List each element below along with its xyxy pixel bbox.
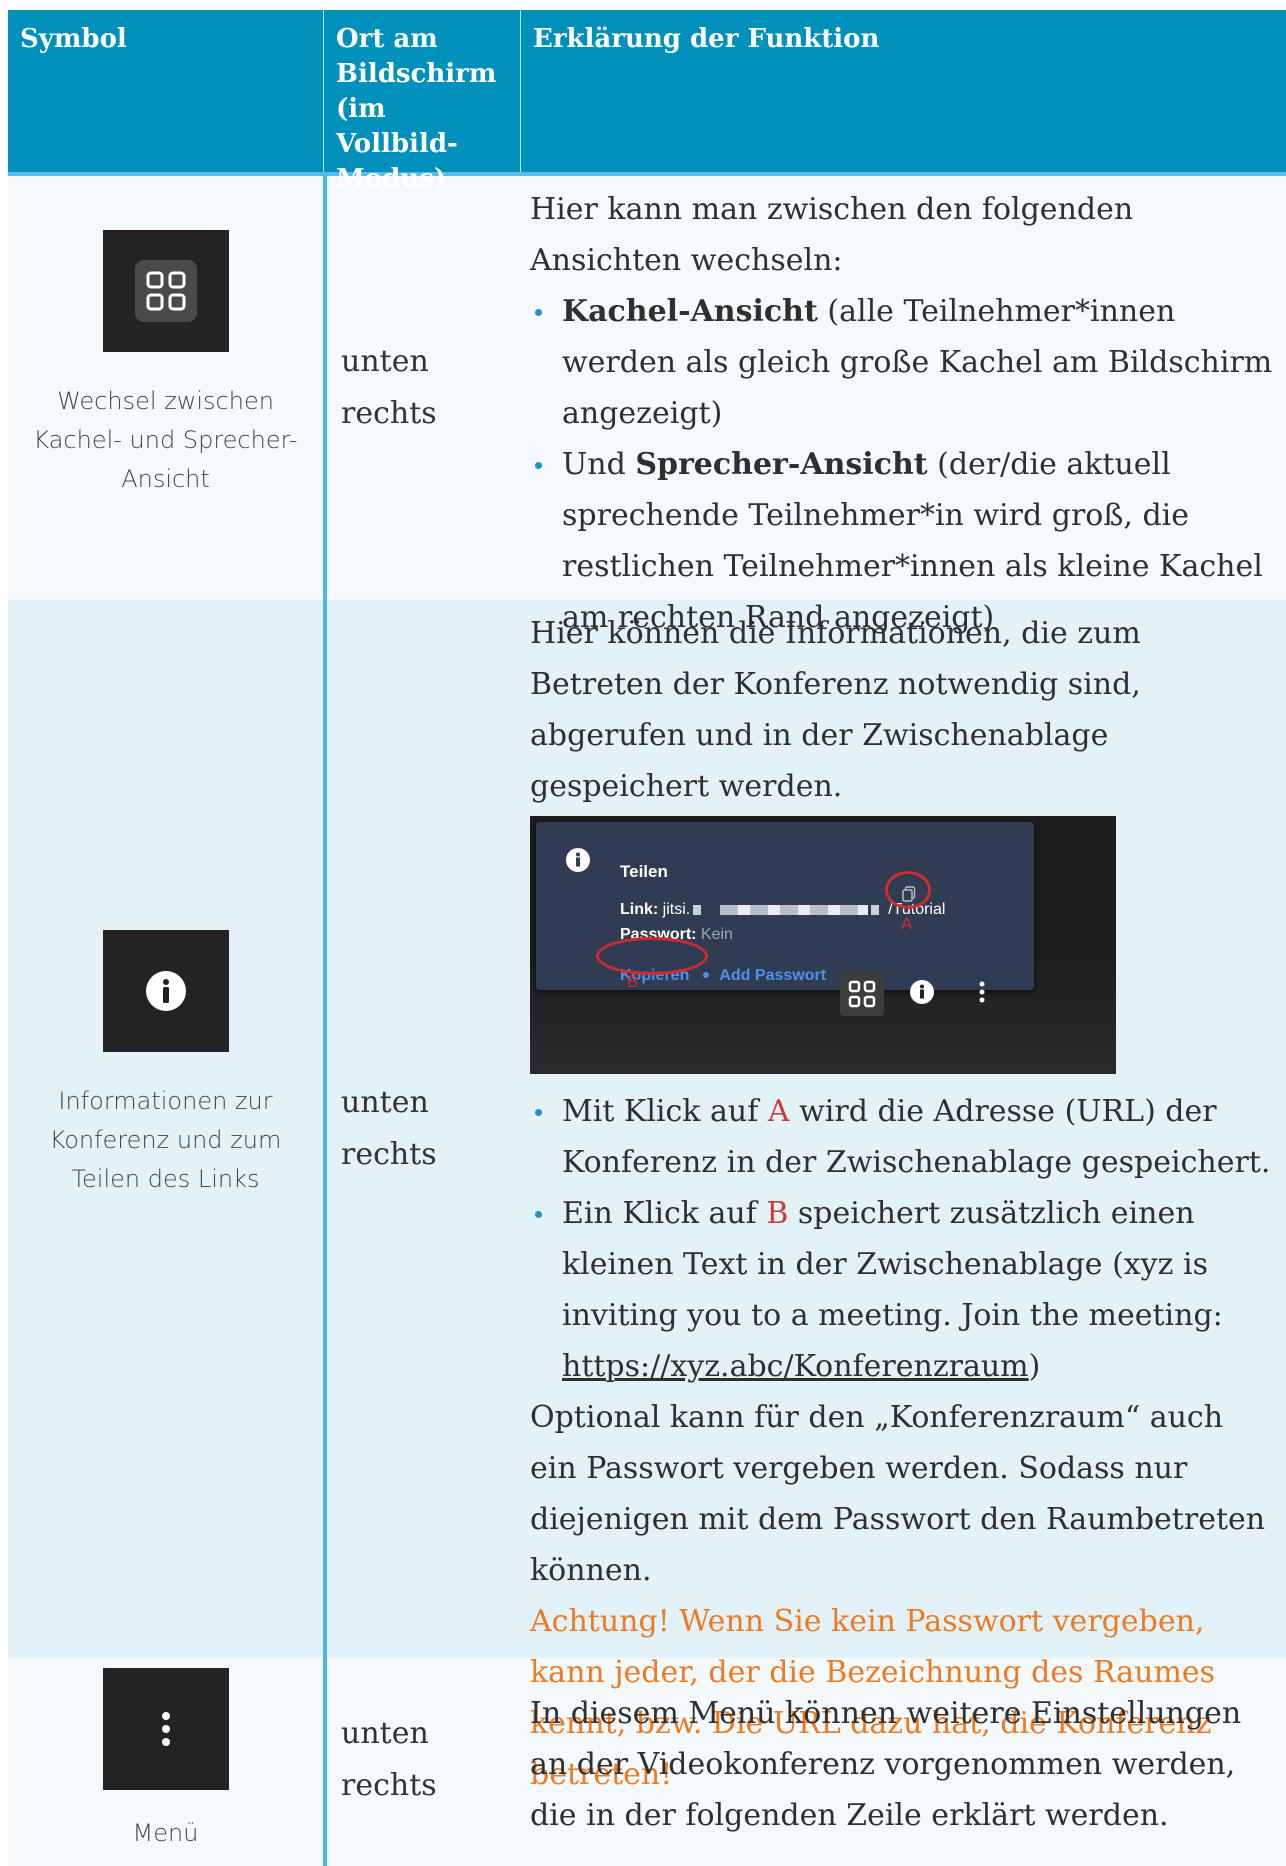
info-icon (102, 930, 229, 1052)
redacted-mark (871, 904, 880, 915)
location-cell: unten rechts (323, 1658, 520, 1866)
separator-dot (703, 971, 710, 978)
more-vertical-icon (102, 1668, 229, 1790)
list-item: Kachel-Ansicht (alle Teilnehmer*innen we… (530, 286, 1276, 439)
highlight-ellipse-b (596, 937, 708, 975)
function-table: Symbol Ort am Bildschirm (im Vollbild-Mo… (8, 10, 1286, 1866)
list-item: Und Sprecher-Ansicht (der/die aktuell sp… (530, 439, 1276, 643)
location-line-2: rechts (341, 1768, 437, 1803)
location-cell: unten rechts (323, 600, 520, 1658)
table-row: Informationen zur Konferenz und zum Teil… (8, 600, 1286, 1792)
location-line-2: rechts (341, 396, 437, 431)
share-dialog-screenshot: Teilen Link: jitsi./Tutorial Passwort: K… (530, 816, 1116, 1074)
info-button[interactable] (908, 978, 936, 1006)
grid-view-icon (848, 980, 876, 1008)
bullet-pre: Ein Klick auf (562, 1196, 767, 1231)
bullet-list: Mit Klick auf A wird die Adresse (URL) d… (530, 1086, 1276, 1392)
example-link[interactable]: https://xyz.abc/Konferenzraum (562, 1349, 1029, 1384)
marker-reference: A (767, 1094, 790, 1129)
bullet-pre: Und (562, 447, 636, 482)
marker-a: A (901, 914, 913, 933)
explanation-cell: Hier können die Informationen, die zum B… (520, 600, 1286, 1792)
explanation-intro: Hier kann man zwischen den folgenden Ans… (530, 192, 1134, 278)
table-header: Symbol Ort am Bildschirm (im Vollbild-Mo… (8, 10, 1286, 194)
list-item: Ein Klick auf B speichert zusätzlich ein… (530, 1188, 1276, 1392)
info-icon (910, 980, 934, 1004)
grid-view-button[interactable] (840, 972, 884, 1016)
optional-note: Optional kann für den „Konferenzraum“ au… (530, 1400, 1266, 1588)
add-password-button[interactable]: Add Passwort (719, 967, 826, 984)
explanation-intro: In diesem Menü können weitere Einstellun… (530, 1696, 1242, 1833)
symbol-caption: Informationen zur Konferenz und zum Teil… (49, 1087, 282, 1193)
location-cell: unten rechts (323, 176, 520, 600)
explanation-cell: In diesem Menü können weitere Einstellun… (520, 1658, 1286, 1866)
location-line-2: rechts (341, 1137, 437, 1172)
header-ort: Ort am Bildschirm (im Vollbild-Modus) (323, 10, 520, 194)
table-row: Menü unten rechts In diesem Menü können … (8, 1658, 1286, 1866)
redacted-url (720, 904, 869, 915)
marker-reference: B (766, 1196, 789, 1231)
header-erklaerung: Erklärung der Funktion (520, 10, 1286, 172)
location-line-1: unten (341, 1716, 429, 1751)
symbol-caption: Wechsel zwischen Kachel- und Sprecher-An… (33, 387, 298, 493)
explanation-cell: Hier kann man zwischen den folgenden Ans… (520, 176, 1286, 635)
more-button[interactable] (970, 978, 994, 1006)
bullet-pre: Mit Klick auf (562, 1094, 768, 1129)
password-value: Kein (700, 926, 733, 943)
marker-b: B (627, 972, 639, 991)
symbol-cell: Wechsel zwischen Kachel- und Sprecher-An… (8, 176, 323, 600)
more-vertical-icon (979, 981, 985, 1003)
location-line-1: unten (341, 1085, 429, 1120)
bullet-bold: Sprecher-Ansicht (635, 447, 928, 482)
bullet-list: Kachel-Ansicht (alle Teilnehmer*innen we… (530, 286, 1276, 643)
list-item: Mit Klick auf A wird die Adresse (URL) d… (530, 1086, 1276, 1188)
grid-view-icon (102, 230, 229, 352)
symbol-caption: Menü (132, 1819, 199, 1847)
bullet-bold: Kachel-Ansicht (562, 294, 818, 329)
symbol-cell: Menü (8, 1658, 323, 1866)
info-icon (566, 848, 590, 872)
symbol-cell: Informationen zur Konferenz und zum Teil… (8, 600, 323, 1658)
header-symbol: Symbol (20, 24, 127, 54)
location-line-1: unten (341, 344, 429, 379)
bullet-tail: ) (1028, 1349, 1041, 1384)
table-row: Wechsel zwischen Kachel- und Sprecher-An… (8, 176, 1286, 635)
